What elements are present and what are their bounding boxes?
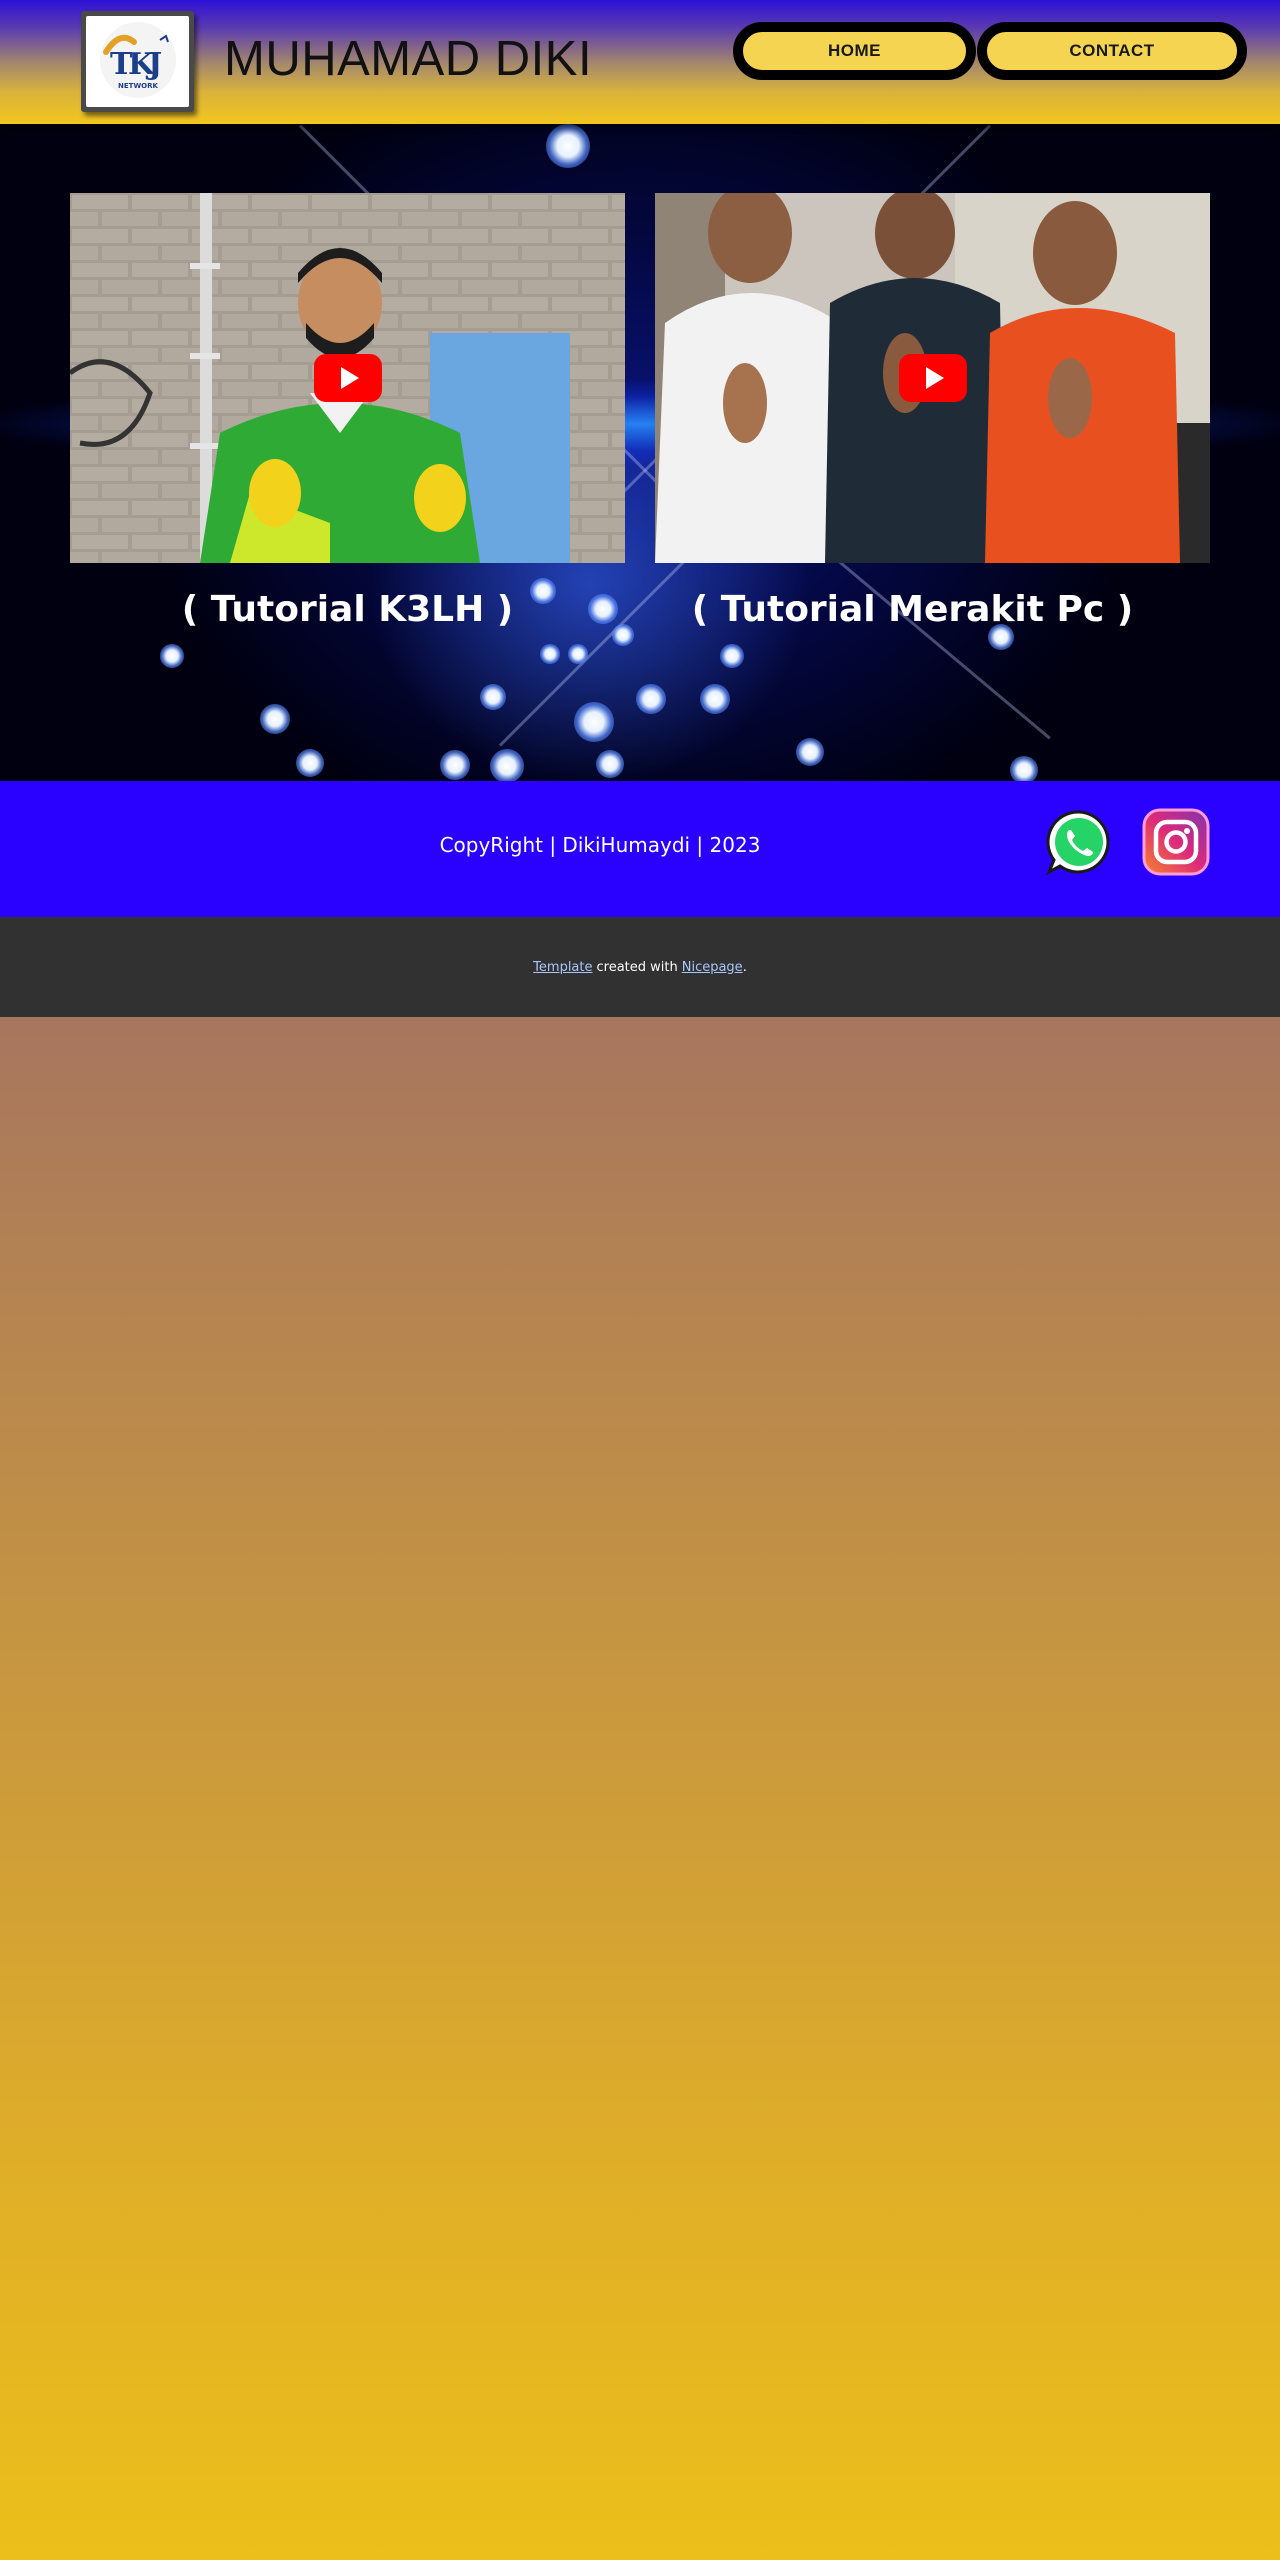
sparkle <box>568 644 588 664</box>
sparkle <box>480 684 506 710</box>
sparkle <box>160 644 184 668</box>
play-icon[interactable] <box>898 354 967 402</box>
svg-text:J: J <box>145 47 162 82</box>
copyright-text: CopyRight | DikiHumaydi | 2023 <box>439 833 761 857</box>
play-icon[interactable] <box>313 354 382 402</box>
sparkle <box>490 749 524 781</box>
network-logo-icon: T K J NETWORK <box>99 21 176 98</box>
sparkle <box>700 684 730 714</box>
logo-image: T K J NETWORK <box>86 16 189 107</box>
video-caption-k3lh: ( Tutorial K3LH ) <box>181 589 514 630</box>
credit-text: created with <box>596 959 678 975</box>
sparkle <box>796 738 824 766</box>
site-title: MUHAMAD DIKI <box>224 32 593 86</box>
video-tutorial-merakit-pc[interactable] <box>655 193 1210 563</box>
sparkle <box>1010 756 1038 781</box>
site-header: T K J NETWORK MUHAMAD DIKI HOME CONTACT <box>0 0 1280 124</box>
sparkle <box>540 644 560 664</box>
site-footer: CopyRight | DikiHumaydi | 2023 <box>0 781 1280 917</box>
credit-bar: Template created with Nicepage . <box>0 917 1280 1017</box>
svg-text:NETWORK: NETWORK <box>118 82 158 90</box>
sparkle <box>296 749 324 777</box>
video-caption-merakit-pc: ( Tutorial Merakit Pc ) <box>691 589 1134 630</box>
nav-contact-button[interactable]: CONTACT <box>977 22 1247 80</box>
template-link[interactable]: Template <box>533 960 592 975</box>
sparkle <box>440 750 470 780</box>
hero-section: ( Tutorial K3LH ) ( Tutorial Merakit Pc … <box>0 124 1280 781</box>
nicepage-link[interactable]: Nicepage <box>682 960 743 975</box>
sparkle <box>546 124 590 168</box>
light-beam <box>819 544 1051 740</box>
sparkle <box>636 684 666 714</box>
credit-end: . <box>742 959 747 975</box>
video-tutorial-k3lh[interactable] <box>70 193 625 563</box>
logo[interactable]: T K J NETWORK <box>81 11 194 112</box>
sparkle <box>720 644 744 668</box>
sparkle <box>260 704 290 734</box>
nav-home-button[interactable]: HOME <box>733 22 976 80</box>
whatsapp-icon[interactable] <box>1045 808 1113 876</box>
sparkle <box>596 750 624 778</box>
sparkle <box>574 702 614 742</box>
instagram-icon[interactable] <box>1142 808 1210 876</box>
